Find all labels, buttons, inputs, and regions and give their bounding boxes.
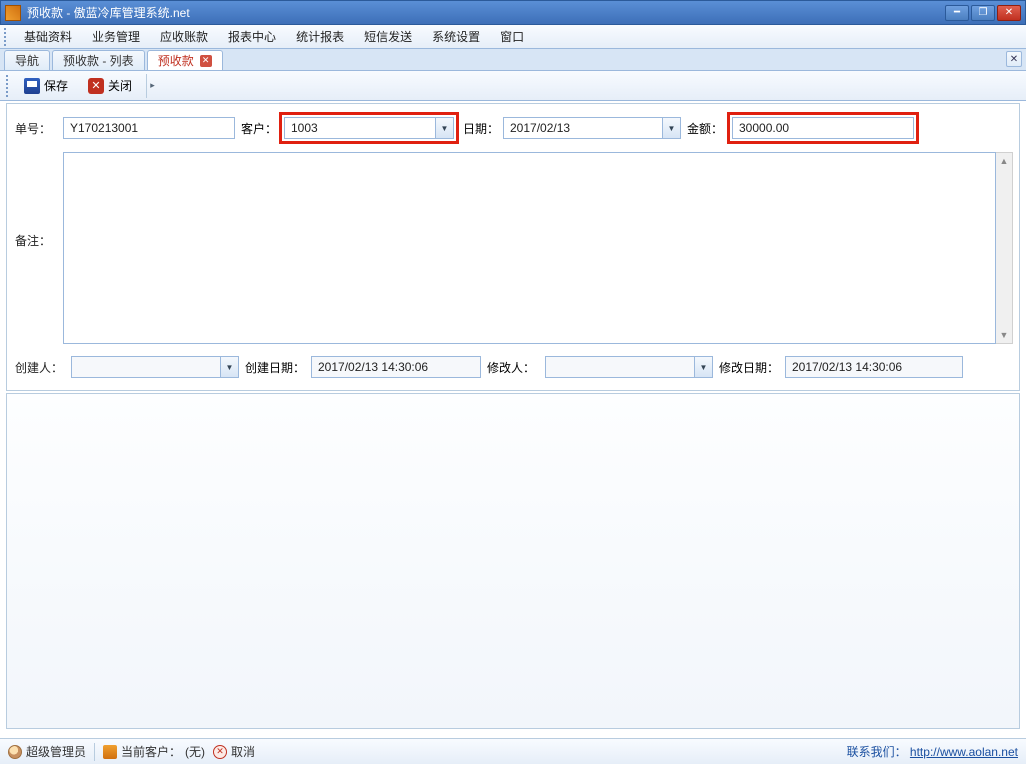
minimize-button[interactable]: ━: [945, 5, 969, 21]
app-icon: [5, 5, 21, 21]
title-bar: 预收款 - 傲蓝冷库管理系统.net ━ ❐ ✕: [0, 0, 1026, 25]
creator-combo[interactable]: ▼: [71, 356, 239, 378]
label-date: 日期：: [457, 120, 503, 137]
status-cust-label: 当前客户：: [121, 743, 181, 760]
toolbar: 保存 ✕ 关闭 ▸: [0, 71, 1026, 101]
tab-prepay-list[interactable]: 预收款 - 列表: [52, 50, 145, 70]
contact-link[interactable]: http://www.aolan.net: [910, 745, 1018, 759]
scroll-down-icon[interactable]: ▼: [996, 327, 1012, 343]
form-row-meta: 创建人： ▼ 创建日期： 修改人： ▼ 修改日期：: [7, 346, 1019, 390]
label-orderno: 单号：: [13, 120, 63, 137]
creator-input[interactable]: [71, 356, 239, 378]
tab-nav[interactable]: 导航: [4, 50, 50, 70]
tab-prepay[interactable]: 预收款 ✕: [147, 50, 223, 70]
chevron-down-icon[interactable]: ▼: [435, 118, 453, 138]
form-row-remark: 备注： ▲ ▼: [7, 150, 1019, 346]
date-input[interactable]: [503, 117, 681, 139]
maximize-button[interactable]: ❐: [971, 5, 995, 21]
status-sep: [94, 743, 95, 761]
menu-report-center[interactable]: 报表中心: [218, 25, 286, 48]
label-creator: 创建人：: [13, 359, 71, 376]
label-customer: 客户：: [235, 120, 281, 137]
cancel-icon: ✕: [213, 745, 227, 759]
tabs-overflow-button[interactable]: ✕: [1006, 51, 1022, 67]
date-combo[interactable]: ▼: [503, 117, 681, 139]
menu-settings[interactable]: 系统设置: [422, 25, 490, 48]
orderno-input[interactable]: [63, 117, 235, 139]
tab-close-icon[interactable]: ✕: [200, 55, 212, 67]
amount-highlight: [729, 114, 917, 142]
form-panel: 单号： 客户： ▼ 日期： ▼ 金额： 备注： ▲ ▼ 创建人： ▼ 创建日期：: [6, 103, 1020, 391]
toolbar-overflow-button[interactable]: ▸: [146, 74, 158, 98]
save-button[interactable]: 保存: [16, 74, 76, 97]
status-user: 超级管理员: [8, 743, 86, 760]
status-user-name: 超级管理员: [26, 743, 86, 760]
tab-label: 预收款: [158, 52, 194, 69]
chevron-down-icon[interactable]: ▼: [694, 357, 712, 377]
close-window-button[interactable]: ✕: [997, 5, 1021, 21]
close-button[interactable]: ✕ 关闭: [80, 74, 140, 97]
status-cancel-label: 取消: [231, 743, 255, 760]
status-contact: 联系我们： http://www.aolan.net: [847, 743, 1018, 760]
form-row-main: 单号： 客户： ▼ 日期： ▼ 金额：: [7, 104, 1019, 150]
save-label: 保存: [44, 77, 68, 94]
user-icon: [8, 745, 22, 759]
window-title: 预收款 - 傲蓝冷库管理系统.net: [27, 4, 945, 21]
menu-basic-data[interactable]: 基础资料: [14, 25, 82, 48]
chevron-down-icon[interactable]: ▼: [662, 118, 680, 138]
menu-receivable[interactable]: 应收账款: [150, 25, 218, 48]
contact-label: 联系我们：: [847, 745, 907, 759]
scroll-up-icon[interactable]: ▲: [996, 153, 1012, 169]
close-label: 关闭: [108, 77, 132, 94]
menu-sms[interactable]: 短信发送: [354, 25, 422, 48]
toolbar-grip: [6, 75, 10, 97]
chevron-down-icon[interactable]: ▼: [220, 357, 238, 377]
label-remark: 备注：: [13, 152, 63, 344]
menu-bar: 基础资料 业务管理 应收账款 报表中心 统计报表 短信发送 系统设置 窗口: [0, 25, 1026, 49]
tab-label: 导航: [15, 52, 39, 69]
status-current-customer: 当前客户： (无): [103, 743, 205, 760]
menu-business[interactable]: 业务管理: [82, 25, 150, 48]
remark-textarea[interactable]: [63, 152, 996, 344]
remark-scrollbar[interactable]: ▲ ▼: [996, 152, 1013, 344]
employee-icon: [103, 745, 117, 759]
save-icon: [24, 78, 40, 94]
label-modifier: 修改人：: [481, 359, 545, 376]
customer-input[interactable]: [284, 117, 454, 139]
status-cancel[interactable]: ✕ 取消: [213, 743, 255, 760]
label-amount: 金额：: [681, 120, 729, 137]
close-icon: ✕: [88, 78, 104, 94]
modifier-input[interactable]: [545, 356, 713, 378]
menubar-grip: [4, 28, 8, 46]
amount-input[interactable]: [732, 117, 914, 139]
detail-panel: [6, 393, 1020, 729]
createdate-input: [311, 356, 481, 378]
label-createdate: 创建日期：: [239, 359, 311, 376]
tab-label: 预收款 - 列表: [63, 52, 134, 69]
status-cust-value: (无): [185, 743, 205, 760]
menu-window[interactable]: 窗口: [490, 25, 534, 48]
customer-combo[interactable]: ▼: [281, 114, 457, 142]
modifier-combo[interactable]: ▼: [545, 356, 713, 378]
menu-stats[interactable]: 统计报表: [286, 25, 354, 48]
modifydate-input: [785, 356, 963, 378]
label-modifydate: 修改日期：: [713, 359, 785, 376]
tab-strip: 导航 预收款 - 列表 预收款 ✕ ✕: [0, 49, 1026, 71]
status-bar: 超级管理员 当前客户： (无) ✕ 取消 联系我们： http://www.ao…: [0, 738, 1026, 764]
